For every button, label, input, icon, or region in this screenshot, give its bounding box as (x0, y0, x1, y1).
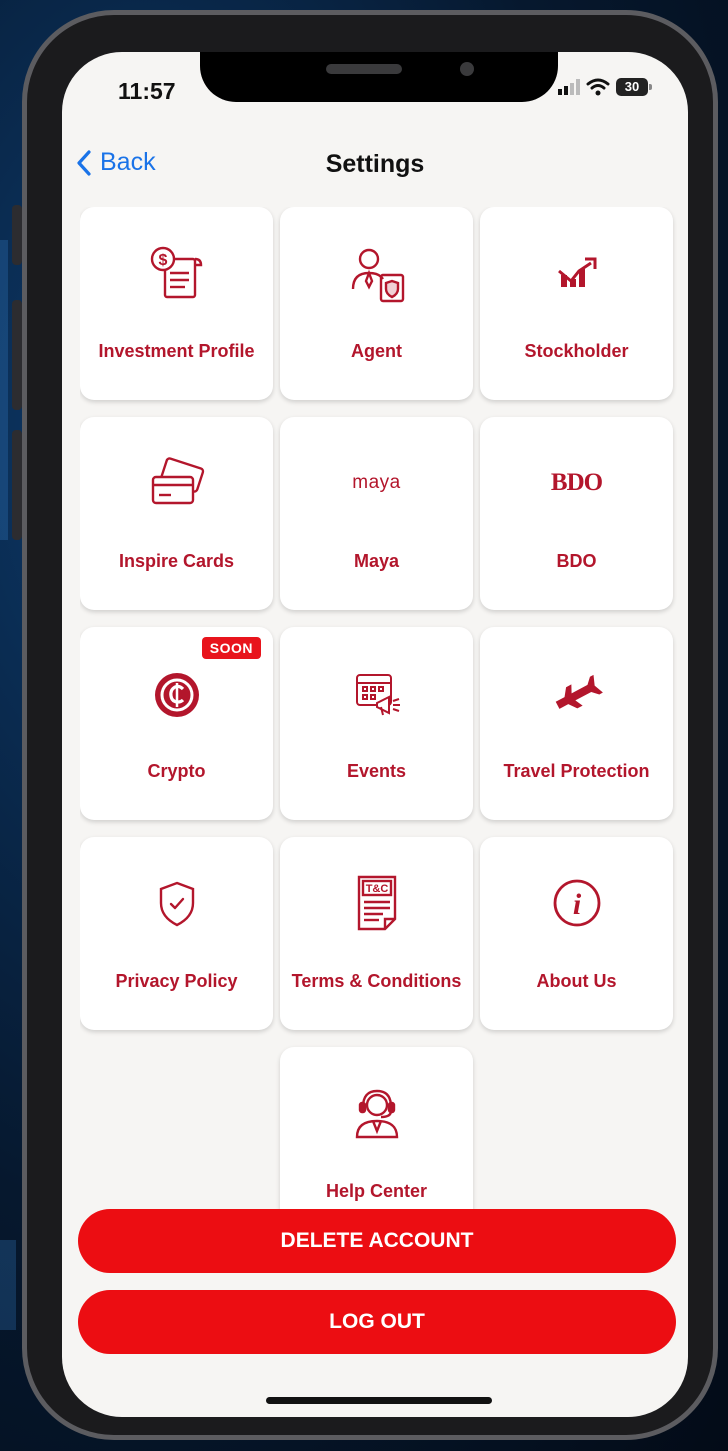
tile-agent[interactable]: Agent (280, 207, 473, 400)
crypto-coin-icon (154, 673, 199, 717)
cellular-signal-icon (558, 79, 580, 95)
tile-label: Privacy Policy (115, 971, 238, 991)
soon-badge: SOON (201, 637, 261, 659)
tile-terms-conditions[interactable]: T&C Terms & Conditions (280, 837, 473, 1030)
tile-help-center[interactable]: Help Center (280, 1047, 473, 1212)
tile-label: Agent (351, 341, 402, 361)
volume-down-button (12, 430, 22, 540)
front-camera (460, 62, 474, 76)
speaker-grille (326, 64, 402, 74)
tile-label: Help Center (325, 1181, 428, 1201)
tile-travel-protection[interactable]: Travel Protection (480, 627, 673, 820)
volume-up-button (12, 300, 22, 410)
tile-events[interactable]: Events (280, 627, 473, 820)
tile-label: Investment Profile (98, 341, 255, 361)
tile-label: Stockholder (524, 341, 629, 361)
tile-investment-profile[interactable]: $ Investment Profile (80, 207, 273, 400)
battery-indicator: 30 (616, 78, 652, 96)
tile-label: Crypto (147, 761, 206, 781)
app-screen: 11:57 30 Back Settings $ Investment Prof… (62, 52, 688, 1417)
airplane-icon (555, 674, 603, 709)
home-indicator[interactable] (266, 1397, 492, 1404)
notch (200, 52, 558, 102)
tile-about-us[interactable]: i About Us (480, 837, 673, 1030)
status-time: 11:57 (118, 78, 176, 104)
tile-stockholder[interactable]: Stockholder (480, 207, 673, 400)
wifi-icon (586, 78, 610, 96)
tile-privacy-policy[interactable]: Privacy Policy (80, 837, 273, 1030)
svg-text:i: i (572, 888, 581, 921)
tile-label: Events (346, 761, 407, 781)
terms-icon-text: T&C (365, 883, 388, 895)
agent-id-icon (351, 248, 404, 303)
tile-label: About Us (536, 971, 617, 991)
maya-logo: maya (352, 472, 401, 493)
delete-account-button[interactable]: DELETE ACCOUNT (78, 1209, 676, 1273)
support-agent-icon (355, 1089, 398, 1139)
tile-bdo[interactable]: BDO BDO (480, 417, 673, 610)
credit-cards-icon (151, 457, 204, 505)
stock-chart-icon (557, 257, 596, 287)
calendar-megaphone-icon (355, 674, 400, 716)
page-title: Settings (325, 150, 425, 178)
settings-grid: $ Investment Profile Agent Stockholder I… (80, 207, 677, 1212)
tile-label: Maya (353, 551, 400, 571)
mute-switch (12, 205, 22, 265)
tile-inspire-cards[interactable]: Inspire Cards (80, 417, 273, 610)
tile-label: Inspire Cards (118, 551, 235, 571)
status-icons: 30 (558, 78, 652, 96)
tile-label: Travel Protection (503, 761, 650, 781)
shield-check-icon (159, 881, 194, 927)
info-icon: i (553, 879, 600, 927)
document-dollar-icon: $ (150, 246, 202, 299)
bdo-logo: BDO (550, 469, 603, 496)
tile-label: Terms & Conditions (291, 971, 462, 991)
navigation-bar: Back Settings (62, 142, 688, 186)
svg-text:$: $ (158, 252, 167, 269)
log-out-button[interactable]: LOG OUT (78, 1290, 676, 1354)
tile-maya[interactable]: maya Maya (280, 417, 473, 610)
terms-document-icon: T&C (357, 875, 396, 931)
tile-crypto[interactable]: SOON Crypto (80, 627, 273, 820)
tile-label: BDO (556, 551, 597, 571)
